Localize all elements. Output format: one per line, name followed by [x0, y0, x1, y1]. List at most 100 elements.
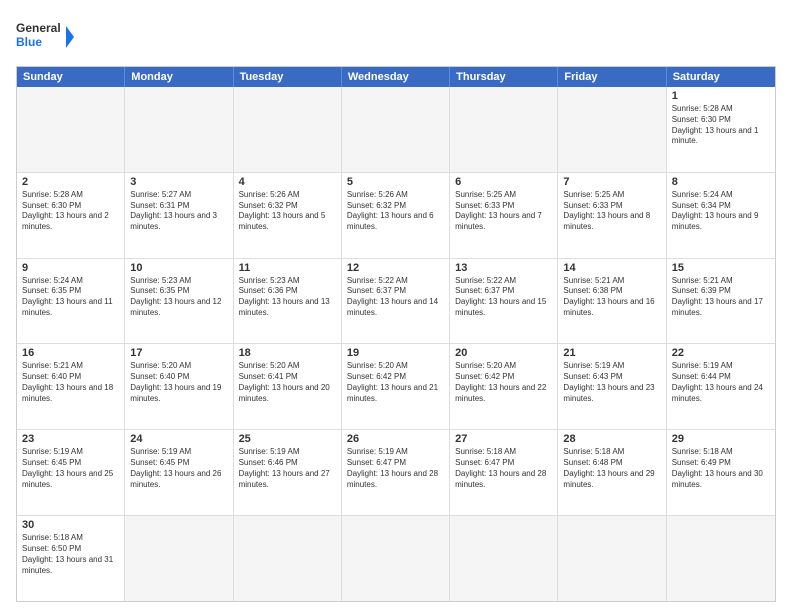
- day-number: 2: [22, 176, 119, 188]
- calendar-cell-0-4: [450, 87, 558, 172]
- calendar-cell-0-6: 1 Sunrise: 5:28 AM Sunset: 6:30 PM Daylig…: [667, 87, 775, 172]
- day-number: 1: [672, 90, 770, 102]
- day-number: 24: [130, 433, 227, 445]
- calendar-cell-0-1: [125, 87, 233, 172]
- day-number: 3: [130, 176, 227, 188]
- calendar-cell-2-2: 11 Sunrise: 5:23 AM Sunset: 6:36 PM Dayli…: [234, 259, 342, 344]
- calendar-cell-1-0: 2 Sunrise: 5:28 AM Sunset: 6:30 PM Daylig…: [17, 173, 125, 258]
- calendar-cell-5-5: [558, 516, 666, 601]
- cell-info-text: Sunrise: 5:24 AM Sunset: 6:34 PM Dayligh…: [672, 190, 770, 233]
- calendar-cell-4-2: 25 Sunrise: 5:19 AM Sunset: 6:46 PM Dayli…: [234, 430, 342, 515]
- day-number: 4: [239, 176, 336, 188]
- calendar-cell-2-4: 13Sunrise: 5:22 AM Sunset: 6:37 PM Dayli…: [450, 259, 558, 344]
- calendar-cell-1-3: 5Sunrise: 5:26 AM Sunset: 6:32 PM Daylig…: [342, 173, 450, 258]
- calendar-cell-0-0: [17, 87, 125, 172]
- logo: General Blue: [16, 16, 76, 58]
- cell-info-text: Sunrise: 5:24 AM Sunset: 6:35 PM Dayligh…: [22, 276, 119, 319]
- calendar-row-5: 30Sunrise: 5:18 AM Sunset: 6:50 PM Dayli…: [17, 516, 775, 601]
- calendar-cell-0-3: [342, 87, 450, 172]
- cell-info-text: Sunrise: 5:18 AM Sunset: 6:49 PM Dayligh…: [672, 447, 770, 490]
- weekday-header-sunday: Sunday: [17, 67, 125, 87]
- day-number: 19: [347, 347, 444, 359]
- day-number: 22: [672, 347, 770, 359]
- calendar-cell-0-2: [234, 87, 342, 172]
- day-number: 16: [22, 347, 119, 359]
- day-number: 14: [563, 262, 660, 274]
- calendar-cell-3-1: 17 Sunrise: 5:20 AM Sunset: 6:40 PM Dayli…: [125, 344, 233, 429]
- calendar-row-3: 16Sunrise: 5:21 AM Sunset: 6:40 PM Dayli…: [17, 344, 775, 430]
- calendar-cell-1-4: 6 Sunrise: 5:25 AM Sunset: 6:33 PM Daylig…: [450, 173, 558, 258]
- cell-info-text: Sunrise: 5:19 AM Sunset: 6:45 PM Dayligh…: [22, 447, 119, 490]
- day-number: 23: [22, 433, 119, 445]
- day-number: 20: [455, 347, 552, 359]
- cell-info-text: Sunrise: 5:21 AM Sunset: 6:38 PM Dayligh…: [563, 276, 660, 319]
- cell-info-text: Sunrise: 5:26 AM Sunset: 6:32 PM Dayligh…: [347, 190, 444, 233]
- weekday-header-wednesday: Wednesday: [342, 67, 450, 87]
- day-number: 12: [347, 262, 444, 274]
- day-number: 21: [563, 347, 660, 359]
- calendar-cell-5-3: [342, 516, 450, 601]
- day-number: 18: [239, 347, 336, 359]
- cell-info-text: Sunrise: 5:19 AM Sunset: 6:47 PM Dayligh…: [347, 447, 444, 490]
- svg-text:General: General: [16, 21, 61, 35]
- cell-info-text: Sunrise: 5:22 AM Sunset: 6:37 PM Dayligh…: [347, 276, 444, 319]
- cell-info-text: Sunrise: 5:28 AM Sunset: 6:30 PM Dayligh…: [22, 190, 119, 233]
- calendar-cell-1-1: 3 Sunrise: 5:27 AM Sunset: 6:31 PM Daylig…: [125, 173, 233, 258]
- cell-info-text: Sunrise: 5:25 AM Sunset: 6:33 PM Dayligh…: [455, 190, 552, 233]
- cell-info-text: Sunrise: 5:22 AM Sunset: 6:37 PM Dayligh…: [455, 276, 552, 319]
- calendar-cell-3-6: 22 Sunrise: 5:19 AM Sunset: 6:44 PM Dayli…: [667, 344, 775, 429]
- calendar-cell-3-0: 16Sunrise: 5:21 AM Sunset: 6:40 PM Dayli…: [17, 344, 125, 429]
- day-number: 10: [130, 262, 227, 274]
- calendar-cell-4-4: 27Sunrise: 5:18 AM Sunset: 6:47 PM Dayli…: [450, 430, 558, 515]
- day-number: 7: [563, 176, 660, 188]
- cell-info-text: Sunrise: 5:25 AM Sunset: 6:33 PM Dayligh…: [563, 190, 660, 233]
- cell-info-text: Sunrise: 5:23 AM Sunset: 6:36 PM Dayligh…: [239, 276, 336, 319]
- calendar-header: SundayMondayTuesdayWednesdayThursdayFrid…: [17, 67, 775, 87]
- calendar-cell-4-5: 28Sunrise: 5:18 AM Sunset: 6:48 PM Dayli…: [558, 430, 666, 515]
- calendar-row-2: 9Sunrise: 5:24 AM Sunset: 6:35 PM Daylig…: [17, 259, 775, 345]
- calendar-cell-5-4: [450, 516, 558, 601]
- cell-info-text: Sunrise: 5:26 AM Sunset: 6:32 PM Dayligh…: [239, 190, 336, 233]
- calendar-cell-1-5: 7 Sunrise: 5:25 AM Sunset: 6:33 PM Daylig…: [558, 173, 666, 258]
- cell-info-text: Sunrise: 5:27 AM Sunset: 6:31 PM Dayligh…: [130, 190, 227, 233]
- svg-text:Blue: Blue: [16, 35, 42, 49]
- calendar-row-0: 1 Sunrise: 5:28 AM Sunset: 6:30 PM Daylig…: [17, 87, 775, 173]
- calendar-cell-3-5: 21 Sunrise: 5:19 AM Sunset: 6:43 PM Dayli…: [558, 344, 666, 429]
- day-number: 11: [239, 262, 336, 274]
- calendar-cell-2-3: 12 Sunrise: 5:22 AM Sunset: 6:37 PM Dayli…: [342, 259, 450, 344]
- cell-info-text: Sunrise: 5:19 AM Sunset: 6:46 PM Dayligh…: [239, 447, 336, 490]
- calendar-cell-5-2: [234, 516, 342, 601]
- day-number: 25: [239, 433, 336, 445]
- day-number: 17: [130, 347, 227, 359]
- calendar: SundayMondayTuesdayWednesdayThursdayFrid…: [16, 66, 776, 602]
- calendar-cell-4-0: 23 Sunrise: 5:19 AM Sunset: 6:45 PM Dayli…: [17, 430, 125, 515]
- calendar-cell-2-6: 15Sunrise: 5:21 AM Sunset: 6:39 PM Dayli…: [667, 259, 775, 344]
- day-number: 28: [563, 433, 660, 445]
- weekday-header-thursday: Thursday: [450, 67, 558, 87]
- cell-info-text: Sunrise: 5:28 AM Sunset: 6:30 PM Dayligh…: [672, 104, 770, 147]
- calendar-cell-2-5: 14 Sunrise: 5:21 AM Sunset: 6:38 PM Dayli…: [558, 259, 666, 344]
- cell-info-text: Sunrise: 5:19 AM Sunset: 6:44 PM Dayligh…: [672, 361, 770, 404]
- calendar-cell-2-0: 9Sunrise: 5:24 AM Sunset: 6:35 PM Daylig…: [17, 259, 125, 344]
- calendar-cell-3-2: 18Sunrise: 5:20 AM Sunset: 6:41 PM Dayli…: [234, 344, 342, 429]
- weekday-header-monday: Monday: [125, 67, 233, 87]
- calendar-cell-1-2: 4 Sunrise: 5:26 AM Sunset: 6:32 PM Daylig…: [234, 173, 342, 258]
- day-number: 27: [455, 433, 552, 445]
- cell-info-text: Sunrise: 5:20 AM Sunset: 6:40 PM Dayligh…: [130, 361, 227, 404]
- cell-info-text: Sunrise: 5:23 AM Sunset: 6:35 PM Dayligh…: [130, 276, 227, 319]
- calendar-row-1: 2 Sunrise: 5:28 AM Sunset: 6:30 PM Daylig…: [17, 173, 775, 259]
- day-number: 6: [455, 176, 552, 188]
- calendar-body: 1 Sunrise: 5:28 AM Sunset: 6:30 PM Daylig…: [17, 87, 775, 601]
- calendar-cell-5-6: [667, 516, 775, 601]
- weekday-header-friday: Friday: [558, 67, 666, 87]
- cell-info-text: Sunrise: 5:21 AM Sunset: 6:39 PM Dayligh…: [672, 276, 770, 319]
- cell-info-text: Sunrise: 5:20 AM Sunset: 6:42 PM Dayligh…: [347, 361, 444, 404]
- calendar-cell-5-0: 30Sunrise: 5:18 AM Sunset: 6:50 PM Dayli…: [17, 516, 125, 601]
- cell-info-text: Sunrise: 5:19 AM Sunset: 6:43 PM Dayligh…: [563, 361, 660, 404]
- calendar-row-4: 23 Sunrise: 5:19 AM Sunset: 6:45 PM Dayli…: [17, 430, 775, 516]
- day-number: 26: [347, 433, 444, 445]
- day-number: 30: [22, 519, 119, 531]
- calendar-cell-2-1: 10 Sunrise: 5:23 AM Sunset: 6:35 PM Dayli…: [125, 259, 233, 344]
- day-number: 8: [672, 176, 770, 188]
- calendar-cell-4-3: 26 Sunrise: 5:19 AM Sunset: 6:47 PM Dayli…: [342, 430, 450, 515]
